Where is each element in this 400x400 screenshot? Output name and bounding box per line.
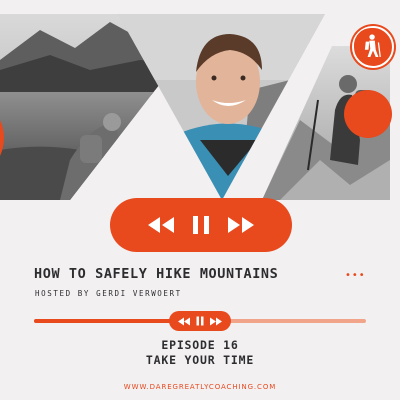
decorative-circle — [344, 90, 392, 138]
progress-fill — [34, 319, 184, 323]
episode-title: TAKE YOUR TIME — [145, 353, 255, 367]
hiker-logo-icon — [354, 28, 389, 63]
pause-button[interactable] — [184, 210, 218, 240]
mini-rewind-icon[interactable] — [177, 317, 191, 326]
host-credit: HOSTED BY GERDI VERWOERT — [35, 289, 182, 298]
rewind-button[interactable] — [144, 210, 178, 240]
mini-forward-icon[interactable] — [209, 317, 223, 326]
rewind-icon — [148, 217, 174, 233]
brand-logo — [352, 26, 394, 68]
fast-forward-icon — [228, 217, 254, 233]
player-controls — [110, 198, 292, 252]
episode-number: EPISODE 16 — [161, 338, 239, 352]
more-options-button[interactable]: ••• — [345, 270, 366, 281]
mini-player-controls — [169, 311, 231, 331]
podcast-title: HOW TO SAFELY HIKE MOUNTAINS — [34, 266, 279, 282]
photo-collage — [0, 14, 390, 200]
decorative-ring — [0, 120, 4, 156]
podcast-cover: HOW TO SAFELY HIKE MOUNTAINS HOSTED BY G… — [0, 0, 400, 400]
fast-forward-button[interactable] — [224, 210, 258, 240]
pause-icon — [193, 216, 209, 234]
mini-pause-icon[interactable] — [196, 316, 204, 326]
website-link[interactable]: WWW.DAREGREATLYCOACHING.COM — [0, 383, 400, 391]
